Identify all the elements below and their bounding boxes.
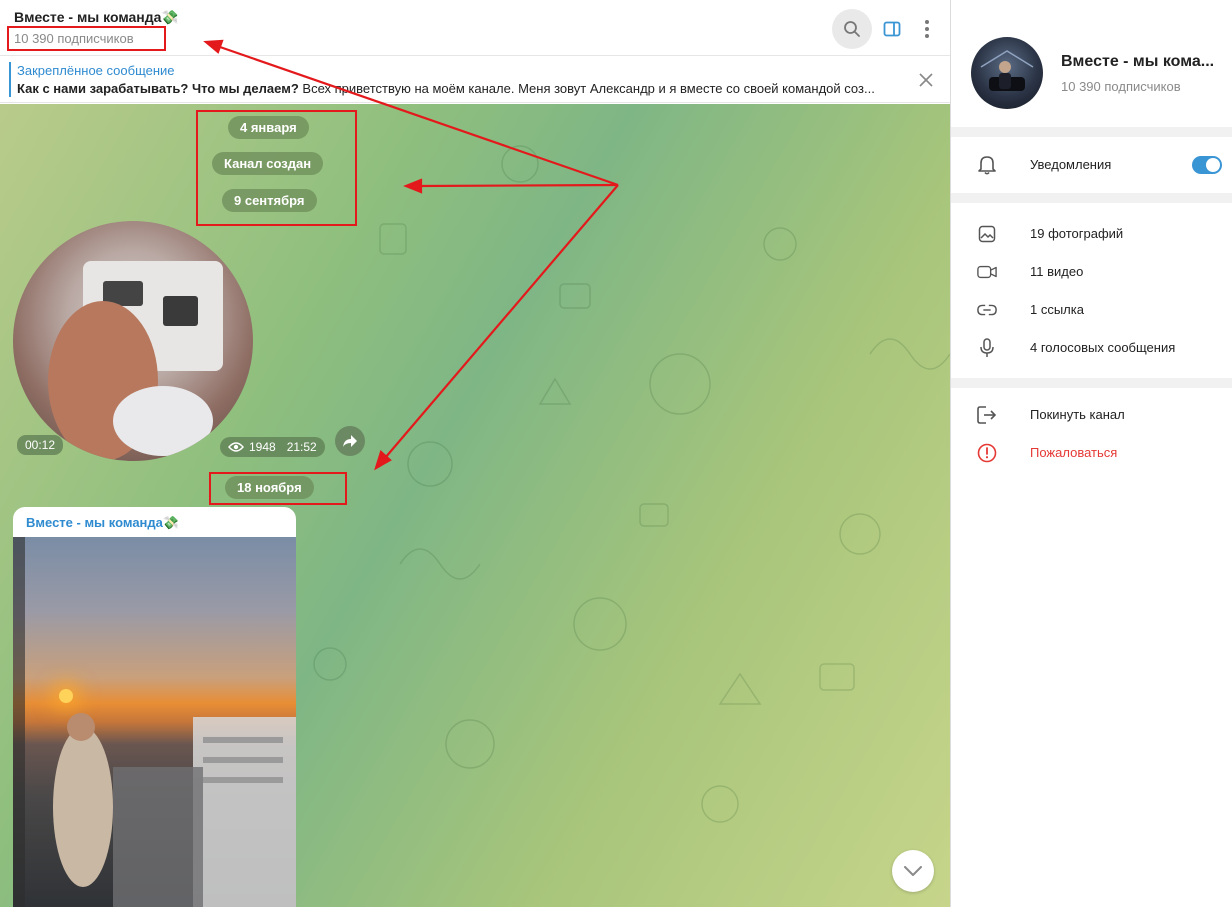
report-icon: [977, 443, 997, 463]
video-icon: [977, 262, 997, 282]
media-row-voice[interactable]: 4 голосовых сообщения: [951, 329, 1232, 367]
chat-header: Вместе - мы команда💸 10 390 подписчиков: [0, 0, 950, 56]
microphone-icon: [977, 338, 997, 358]
message-time: 21:52: [286, 440, 317, 454]
pinned-preview-text: Всех приветствую на моём канале. Меня зо…: [298, 81, 875, 96]
bell-icon: [977, 155, 997, 175]
forward-button[interactable]: [335, 426, 365, 456]
report-row[interactable]: Пожаловаться: [951, 434, 1232, 472]
notifications-row[interactable]: Уведомления: [951, 146, 1232, 184]
post-photo[interactable]: [13, 537, 296, 907]
date-pill: Канал создан: [212, 152, 324, 175]
media-row-links[interactable]: 1 ссылка: [951, 291, 1232, 329]
video-message[interactable]: [13, 221, 253, 461]
media-row-photos[interactable]: 19 фотографий: [951, 215, 1232, 253]
photo-icon: [977, 224, 997, 244]
pinned-close-button[interactable]: [914, 68, 938, 92]
more-button[interactable]: [907, 9, 947, 49]
leave-channel-label: Покинуть канал: [1030, 407, 1125, 422]
forward-icon: [343, 435, 357, 447]
leave-channel-row[interactable]: Покинуть канал: [951, 396, 1232, 434]
channel-info-panel: Вместе - мы кома... 10 390 подписчиков У…: [950, 0, 1232, 907]
chevron-down-icon: [904, 866, 922, 876]
pinned-message[interactable]: Закреплённое сообщение Как с нами зараба…: [0, 56, 950, 103]
date-pill: 18 ноября: [225, 476, 314, 499]
media-label: 1 ссылка: [1030, 302, 1084, 317]
toggle-knob: [1206, 158, 1220, 172]
notifications-section: Уведомления: [951, 137, 1232, 193]
telegram-window: Вместе - мы команда💸 10 390 подписчиков …: [0, 0, 1232, 907]
sidebar-toggle-button[interactable]: [872, 9, 912, 49]
media-label: 11 видео: [1030, 264, 1084, 279]
video-meta: 1948 21:52: [220, 437, 325, 457]
pinned-title: Закреплённое сообщение: [17, 63, 175, 78]
panel-subscriber-count: 10 390 подписчиков: [1061, 79, 1181, 94]
eye-icon: [228, 442, 244, 452]
actions-section: Покинуть канал Пожаловаться: [951, 388, 1232, 907]
media-label: 4 голосовых сообщения: [1030, 340, 1176, 355]
panel-channel-name: Вместе - мы кома...: [1061, 53, 1215, 70]
channel-title[interactable]: Вместе - мы команда💸: [14, 9, 179, 26]
more-vertical-icon: [925, 20, 929, 38]
pinned-text: Как с нами зарабатывать? Что мы делаем? …: [17, 81, 897, 96]
video-thumbnail: [48, 261, 223, 461]
close-icon: [919, 73, 933, 87]
report-label: Пожаловаться: [1030, 445, 1118, 460]
media-section: 19 фотографий 11 видео 1 ссылка 4 голосо…: [951, 203, 1232, 378]
date-pill: 9 сентября: [222, 189, 317, 212]
search-icon: [844, 21, 860, 37]
channel-avatar[interactable]: [971, 37, 1043, 109]
scroll-down-button[interactable]: [892, 850, 934, 892]
chat-area[interactable]: 4 января Канал создан 9 сентября 00:12 1…: [0, 104, 950, 907]
date-pill: 4 января: [228, 116, 309, 139]
pinned-bold-text: Как с нами зарабатывать? Что мы делаем?: [17, 81, 299, 96]
notifications-toggle[interactable]: [1192, 156, 1222, 174]
notifications-label: Уведомления: [1030, 157, 1112, 172]
avatar-image: [980, 50, 1034, 91]
media-row-videos[interactable]: 11 видео: [951, 253, 1232, 291]
sidebar-toggle-icon: [883, 21, 901, 37]
link-icon: [977, 300, 997, 320]
view-count: 1948: [249, 440, 276, 454]
pinned-indicator: [9, 62, 11, 97]
media-label: 19 фотографий: [1030, 226, 1124, 241]
subscriber-count: 10 390 подписчиков: [14, 31, 134, 46]
profile-section: Вместе - мы кома... 10 390 подписчиков: [951, 0, 1232, 127]
photo-post[interactable]: Вместе - мы команда💸: [13, 507, 296, 907]
video-duration: 00:12: [17, 435, 64, 455]
photo-scene: [13, 537, 296, 907]
search-button[interactable]: [832, 9, 872, 49]
leave-icon: [977, 405, 997, 425]
post-author[interactable]: Вместе - мы команда💸: [26, 515, 179, 531]
